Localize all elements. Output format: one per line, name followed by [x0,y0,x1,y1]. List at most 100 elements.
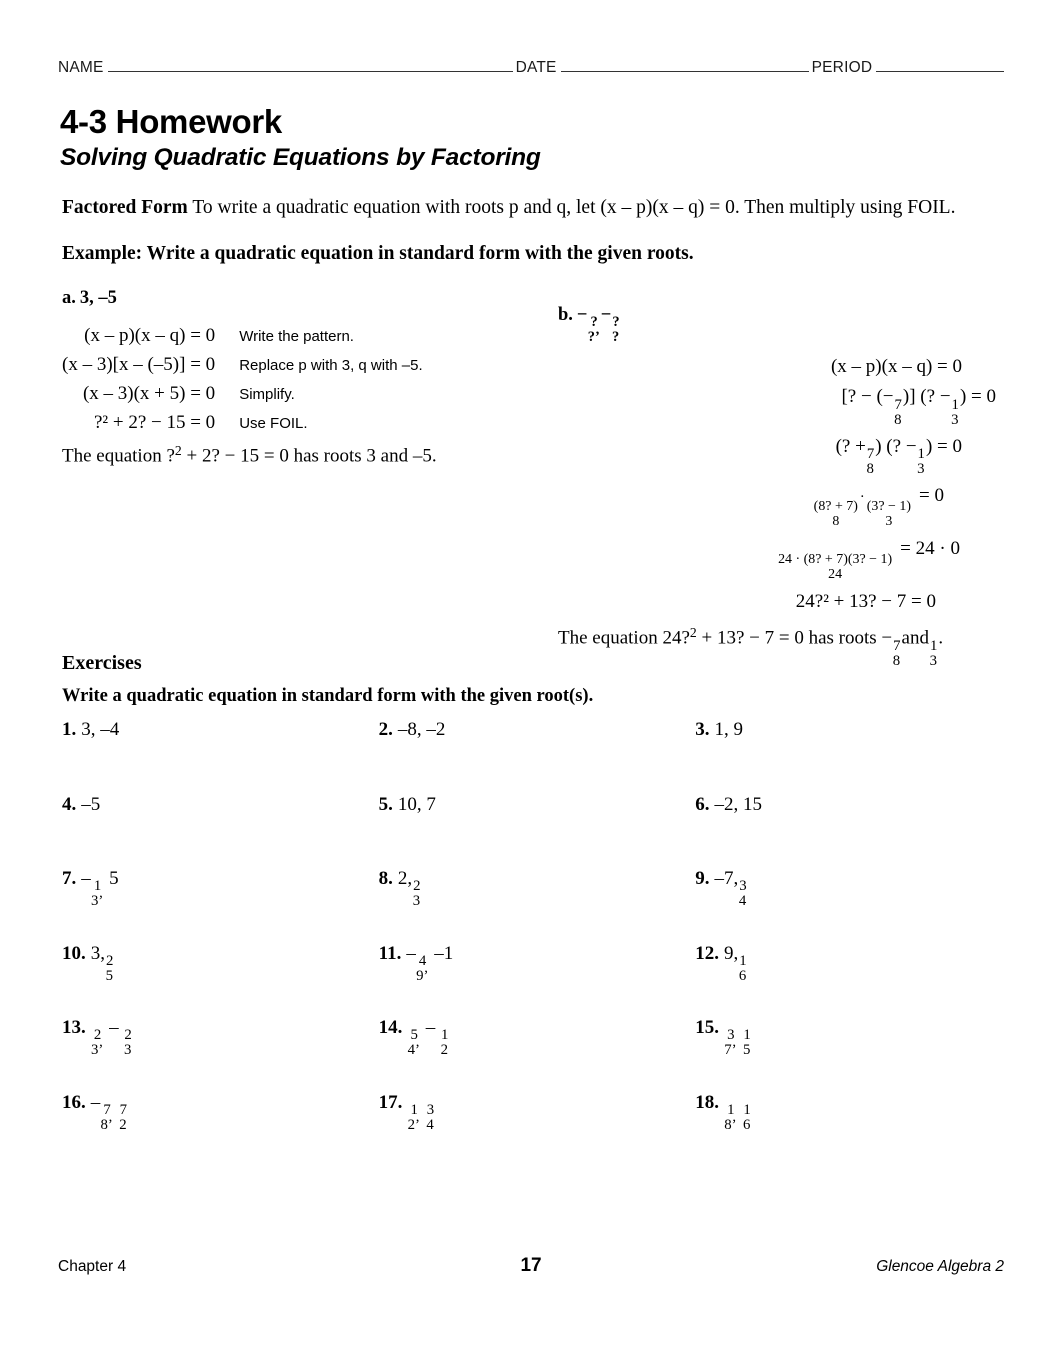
denominator: 3 [123,1042,132,1059]
denominator: 3 [91,1043,103,1058]
fraction: 78 [892,637,901,669]
page-subtitle: Solving Quadratic Equations by Factoring [60,144,541,171]
numerator: 1 [93,878,102,895]
exercise-number: 16. [62,1091,86,1113]
exercise-number: 15. [695,1017,719,1038]
roots-prefix: – [406,942,416,964]
exercise-number: 4. [62,793,77,815]
exercise-item[interactable]: 13.23 – 23 [62,1013,379,1088]
numerator: (8? + 7) [813,498,858,514]
exercise-item[interactable]: 10. 3, 2 5 [62,939,379,1014]
exercise-number: 6. [695,793,710,815]
numerator: 3 [727,1027,735,1044]
name-label: NAME [58,59,104,76]
period-field-rule[interactable] [876,58,1005,72]
denominator: 4 [408,1043,420,1058]
fraction: 78 [101,1102,113,1133]
seg-a: [? − (− [841,386,894,408]
roots-separator [738,1092,743,1113]
exercise-item[interactable]: 8. 2, 2 3 [379,864,696,939]
exercise-number: 18. [695,1091,719,1113]
exercise-item[interactable]: 15.37 15 [695,1013,1012,1088]
numerator: 1 [727,1101,735,1118]
example-b-header: b. −??−?? [558,305,1010,344]
numerator: 3 [426,1101,435,1118]
exercise-item[interactable]: 18.18 16 [695,1088,1012,1163]
date-label: DATE [515,59,557,76]
fraction: 23 [91,1028,104,1058]
exercise-roots: 10, 7 [398,794,436,816]
exercise-roots: –13 5 [81,868,118,909]
conclusion-and: and [901,627,929,649]
exercise-item[interactable]: 11.–49 –1 [379,939,696,1014]
step-note: Simplify. [239,385,295,403]
exercise-item[interactable]: 17.12 34 [379,1088,696,1163]
exercise-number: 3. [695,719,710,740]
step-row: ?² + 2? − 15 = 0 Use FOIL. [62,408,423,437]
multiply-dot: · [859,489,865,506]
denominator: 2 [408,1117,420,1133]
exercise-row: 7.–13 58.2,239.–7,34 [62,864,1012,939]
exercise-item[interactable]: 2. –8, –2 [379,715,696,790]
exercise-item[interactable]: 7.–13 5 [62,864,379,939]
numerator: 7 [893,637,901,654]
denominator: 3 [917,461,925,478]
exercise-item[interactable]: 6. –2, 15 [695,790,1012,865]
exercise-item[interactable]: 1. 3, –4 [62,715,379,790]
exercise-roots: 1, 9 [715,719,744,741]
exercise-number: 14. [378,1017,403,1038]
denominator: 8 [894,411,902,428]
exercise-item[interactable]: 9. –7, 3 4 [695,864,1012,939]
numerator: 1 [743,1101,751,1118]
numerator: 1 [929,637,938,654]
exercises-directions: Write a quadratic equation in standard f… [62,686,594,706]
date-field-rule[interactable] [560,58,809,72]
page-title: 4-3 Homework [60,103,282,140]
numerator: 5 [410,1027,418,1044]
example-b-line-4: (8? + 7) 8 · (3? − 1) 3 = 0 [558,481,1010,534]
fraction: 72 [119,1102,127,1133]
exercise-number: 1. [62,719,77,740]
exercise-item[interactable]: 4. –5 [62,790,379,865]
fraction: 23 [412,879,421,910]
numerator: 3 [739,878,747,895]
denominator: 3 [412,893,421,910]
example-heading: Example: Write a quadratic equation in s… [62,243,694,264]
exercise-item[interactable]: 12. 9, 1 6 [695,939,1012,1014]
example-a-label: a. [62,288,76,308]
step-note: Replace p with 3, q with –5. [239,356,423,374]
exercise-roots: –2, 15 [715,794,763,816]
example-a-header: a. 3, –5 [62,288,532,309]
exercise-number: 17. [378,1091,403,1113]
denominator: 9 [416,968,428,984]
seg-c: ) = 0 [925,435,962,457]
denominator: 8 [724,1117,736,1133]
exercise-item[interactable]: 3. 1, 9 [695,715,1012,790]
numerator: 7 [894,396,902,413]
roots-text: 1, 9 [714,719,744,740]
exercise-roots: 2, 2 3 [398,868,422,909]
exercise-item[interactable]: 5. 10, 7 [379,790,696,865]
exercise-roots: 9, 1 6 [724,943,748,984]
roots-prefix: 3, [90,942,105,964]
fraction: (8? + 7) 8 [814,499,858,530]
exercise-number: 7. [62,868,77,889]
root-minus-1: − [576,305,588,325]
roots-text: 10, 7 [397,793,436,815]
numerator: (3? − 1) [866,498,911,514]
numerator: 2 [106,952,114,969]
denominator: 4 [738,893,747,910]
fraction: 78 [894,396,902,428]
exercise-item[interactable]: 16.–78 72 [62,1088,379,1163]
conclusion-exponent: 2 [689,624,697,640]
denominator: 6 [738,967,747,984]
page-footer: Chapter 4 17 Glencoe Algebra 2 [58,1255,1004,1277]
step-row: (x – 3)[x – (–5)] = 0 Replace p with 3, … [62,350,423,379]
roots-prefix: –7, [714,868,739,889]
name-field-rule[interactable] [107,58,513,72]
numerator: 1 [410,1101,418,1118]
denominator: 8 [892,652,901,669]
exercise-item[interactable]: 14.54 – 12 [379,1013,696,1088]
fraction: 12 [441,1028,449,1058]
fraction: 16 [738,953,747,984]
